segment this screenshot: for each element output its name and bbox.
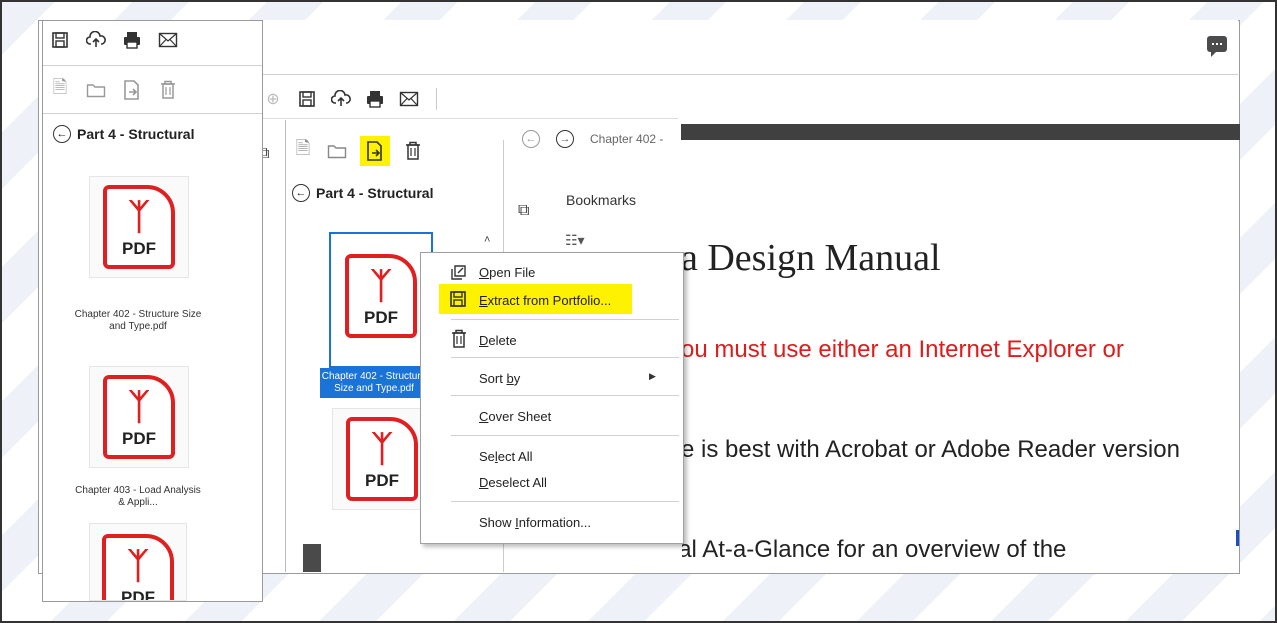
scroll-indicator — [1236, 530, 1239, 546]
pdf-icon: ᛉ PDF — [103, 375, 175, 459]
divider — [43, 113, 262, 114]
nav-back-icon[interactable]: ← — [522, 130, 540, 148]
scroll-up-icon[interactable]: ˄ — [484, 234, 496, 248]
menu-item-open-file[interactable]: Open File — [479, 265, 535, 280]
menu-separator — [451, 435, 679, 436]
scrollbar-thumb[interactable] — [303, 544, 321, 572]
folder-title: Part 4 - Structural — [316, 185, 434, 201]
menu-item-extract-from-portfolio[interactable]: Extract from Portfolio... — [479, 293, 611, 308]
back-arrow-icon[interactable]: ⊕ — [262, 88, 284, 110]
document-title: a Design Manual — [681, 237, 941, 279]
menu-item-sort-by[interactable]: Sort by — [479, 371, 520, 386]
menu-separator — [451, 395, 679, 396]
save-icon[interactable] — [49, 29, 71, 51]
left-files-panel: 🗎 ← Part 4 - Structural ᛉ PDF Chapter 402… — [42, 20, 263, 602]
browser-warning-text: ou must use either an Internet Explorer … — [681, 336, 1124, 363]
trash-icon[interactable] — [402, 140, 424, 162]
extract-icon — [449, 290, 467, 313]
extract-file-icon[interactable] — [121, 79, 143, 101]
bookmarks-tab[interactable]: Bookmarks — [566, 192, 636, 208]
file-thumbnail[interactable]: ᛉ PDF — [89, 176, 189, 278]
trash-icon[interactable] — [157, 79, 179, 101]
nav-options-icon[interactable]: ☷▾ — [565, 232, 585, 249]
file-caption: Chapter 402 - Structure Size and Type.pd… — [74, 309, 202, 332]
file-thumbnail[interactable]: ᛉ PDF — [332, 408, 432, 510]
comment-icon[interactable] — [1207, 36, 1227, 57]
folder-title: Part 4 - Structural — [77, 126, 195, 142]
upload-cloud-icon[interactable] — [85, 29, 107, 51]
menu-item-show-information[interactable]: Show Information... — [479, 515, 591, 530]
print-icon[interactable] — [121, 29, 143, 51]
submenu-arrow-icon: ▶ — [649, 371, 656, 381]
file-thumbnail[interactable]: ᛉ PDF — [89, 366, 189, 468]
menu-separator — [451, 357, 679, 358]
menu-item-deselect-all[interactable]: Deselect All — [479, 475, 547, 490]
selected-file-caption[interactable]: Chapter 402 - Structure Size and Type.pd… — [320, 368, 428, 398]
main-toolbar — [232, 20, 1238, 75]
email-icon[interactable] — [157, 29, 179, 51]
menu-item-select-all[interactable]: Select All — [479, 449, 532, 464]
extract-file-icon[interactable] — [360, 136, 390, 166]
divider — [43, 65, 262, 66]
folder-icon[interactable] — [85, 79, 107, 101]
pdf-icon: ᛉ PDF — [346, 417, 418, 501]
back-to-folder[interactable]: ← Part 4 - Structural — [53, 125, 194, 143]
pages-icon[interactable]: ⧉ — [518, 202, 529, 220]
menu-item-cover-sheet[interactable]: Cover Sheet — [479, 409, 551, 424]
back-to-folder[interactable]: ← Part 4 - Structural — [292, 184, 433, 202]
document-line-1: e is best with Acrobat or Adobe Reader v… — [681, 436, 1180, 463]
pdf-icon: ᛉ PDF — [102, 534, 174, 600]
menu-item-delete[interactable]: Delete — [479, 333, 517, 348]
save-icon[interactable] — [296, 88, 318, 110]
pdf-icon: ᛉ PDF — [345, 254, 417, 338]
context-menu: Open File Extract from Portfolio... Dele… — [420, 252, 684, 544]
email-icon[interactable] — [398, 88, 437, 110]
back-circle-icon: ← — [292, 184, 310, 202]
trash-icon — [451, 329, 467, 354]
print-icon[interactable] — [364, 88, 386, 110]
menu-separator — [451, 501, 679, 502]
add-file-icon[interactable]: 🗎 — [292, 138, 314, 162]
middle-toolbar: ⊕ — [258, 82, 678, 119]
selected-thumbnail[interactable]: ᛉ PDF — [329, 232, 433, 368]
back-circle-icon: ← — [53, 125, 71, 143]
open-file-icon — [449, 263, 469, 286]
document-header-bar — [681, 124, 1240, 140]
add-file-icon[interactable]: 🗎 — [49, 77, 71, 101]
file-thumbnail[interactable]: ᛉ PDF — [89, 523, 187, 601]
nav-forward-icon[interactable]: → — [556, 130, 574, 148]
pdf-icon: ᛉ PDF — [103, 185, 175, 269]
breadcrumb: Chapter 402 - — [590, 132, 664, 146]
folder-icon[interactable] — [326, 140, 348, 162]
file-caption: Chapter 403 - Load Analysis & Appli... — [75, 485, 201, 508]
menu-separator — [451, 319, 679, 320]
upload-cloud-icon[interactable] — [330, 88, 352, 110]
